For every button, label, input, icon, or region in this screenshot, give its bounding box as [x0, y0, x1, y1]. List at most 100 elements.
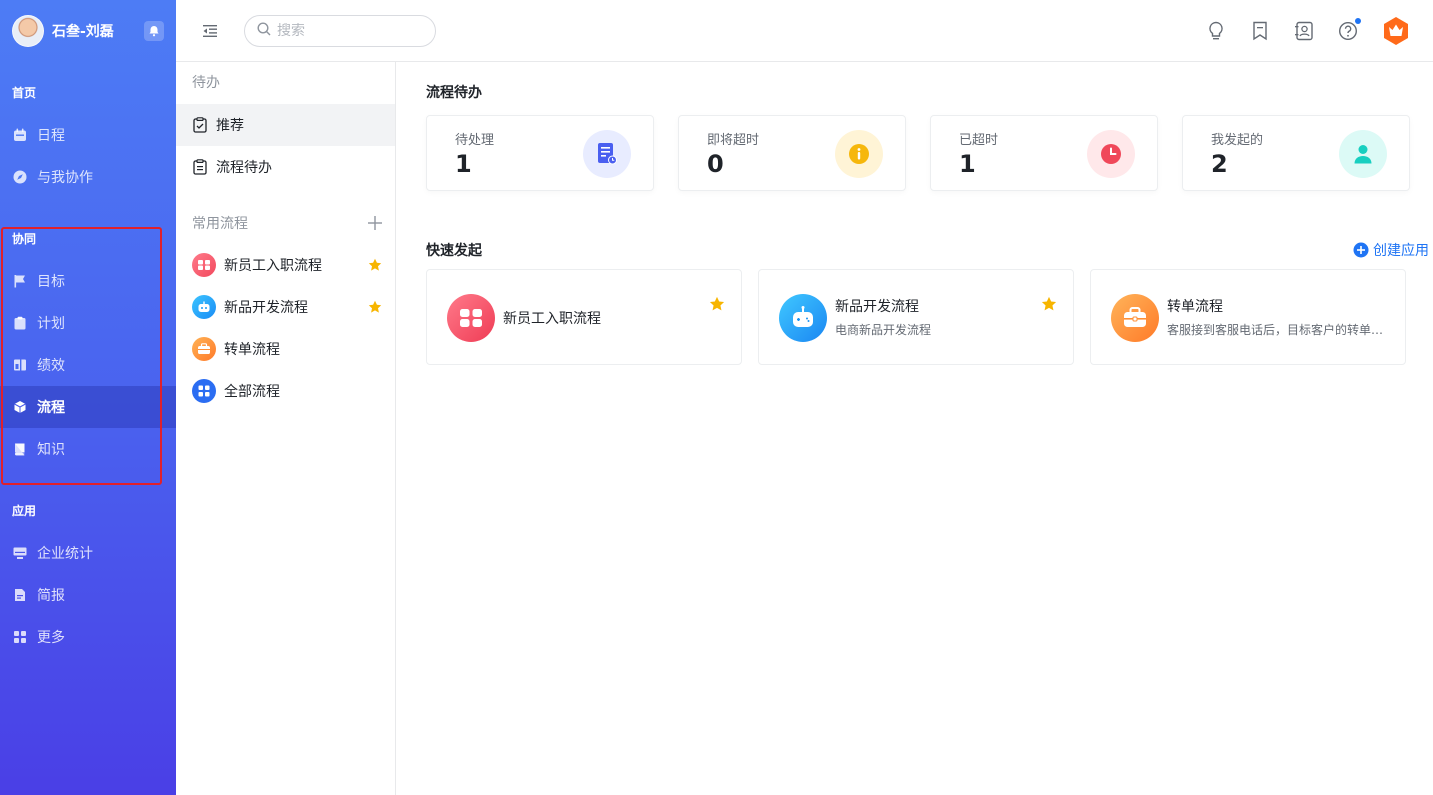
flow-item-new-product[interactable]: 新品开发流程 [176, 286, 395, 328]
avatar[interactable] [12, 15, 44, 47]
quick-card-name: 新员工入职流程 [503, 311, 601, 327]
search-input[interactable] [277, 22, 417, 39]
monitor-icon [13, 546, 27, 560]
briefcase-icon [192, 337, 216, 361]
sidebar-item-label: 绩效 [37, 358, 65, 374]
checklist-icon [192, 117, 208, 133]
stat-label: 待处理 [455, 133, 495, 148]
bell-icon[interactable] [144, 21, 164, 41]
sidebar: 石叁-刘磊 首页 日程 与我协作 协同 目标 计划 绩效 流程 知识 应用 企业… [0, 0, 176, 795]
star-icon[interactable] [709, 296, 725, 312]
pending-title: 流程待办 [426, 85, 482, 101]
stat-label: 已超时 [959, 133, 999, 148]
help-icon[interactable] [1337, 18, 1361, 42]
sidebar-item-label: 更多 [37, 630, 65, 646]
briefcase-icon [1111, 294, 1159, 342]
star-icon[interactable] [367, 257, 383, 273]
plus-circle-icon [1353, 242, 1369, 258]
flag-icon [13, 274, 27, 288]
nav-item-process-todo[interactable]: 流程待办 [176, 146, 395, 188]
info-icon [835, 130, 883, 178]
nav-item-recommend[interactable]: 推荐 [176, 104, 395, 146]
stat-label: 即将超时 [707, 133, 760, 148]
robot-icon [779, 294, 827, 342]
sidebar-item-performance[interactable]: 绩效 [0, 344, 176, 386]
book-icon [13, 442, 27, 456]
sidebar-item-knowledge[interactable]: 知识 [0, 428, 176, 470]
secondary-panel: 待办 推荐 流程待办 常用流程 新员工入职流程 新品开发流程 转单流程 全部流程 [176, 62, 396, 795]
user-name[interactable]: 石叁-刘磊 [52, 21, 144, 41]
stat-card-initiated[interactable]: 我发起的 2 [1182, 115, 1410, 191]
stat-card-near-timeout[interactable]: 即将超时 0 [678, 115, 906, 191]
sidebar-item-label: 目标 [37, 274, 65, 290]
flow-item-transfer[interactable]: 转单流程 [176, 328, 395, 370]
quick-card-name: 新品开发流程 [835, 299, 919, 315]
stat-value: 1 [455, 150, 472, 178]
sidebar-item-label: 与我协作 [37, 170, 93, 186]
sidebar-item-label: 知识 [37, 442, 65, 458]
contacts-icon[interactable] [1293, 20, 1315, 42]
sidebar-item-collab[interactable]: 与我协作 [0, 156, 176, 198]
star-icon[interactable] [1041, 296, 1057, 312]
nav-item-label: 流程待办 [216, 160, 272, 176]
document-icon [13, 588, 27, 602]
grid-icon [13, 630, 27, 644]
robot-icon [192, 295, 216, 319]
cube-icon [13, 400, 27, 414]
sidebar-section-home: 首页 [12, 86, 37, 100]
search-box[interactable] [244, 14, 436, 47]
common-flows-header: 常用流程 [176, 202, 395, 244]
todo-label: 待办 [192, 75, 220, 91]
star-icon[interactable] [367, 299, 383, 315]
search-icon [257, 21, 271, 40]
stat-value: 0 [707, 150, 724, 178]
quick-card-desc: 客服接到客服电话后，目标客户的转单流程 [1167, 323, 1387, 337]
stat-label: 我发起的 [1211, 133, 1264, 148]
create-app-label: 创建应用 [1373, 243, 1429, 259]
quick-cards: 新员工入职流程 新品开发流程 电商新品开发流程 转单流程 客服接到客服电话后，目… [426, 269, 1406, 365]
plus-icon[interactable] [367, 215, 383, 231]
calendar-icon [13, 128, 27, 142]
sidebar-item-label: 简报 [37, 588, 65, 604]
quick-card-transfer[interactable]: 转单流程 客服接到客服电话后，目标客户的转单流程 [1090, 269, 1406, 365]
sidebar-item-label: 计划 [37, 316, 65, 332]
sidebar-item-stats[interactable]: 企业统计 [0, 532, 176, 574]
nav-item-label: 推荐 [216, 118, 244, 134]
notification-dot [1355, 18, 1361, 24]
flow-item-label: 新员工入职流程 [224, 258, 322, 274]
main-content: 流程待办 待处理 1 即将超时 0 已超时 1 我发起的 2 快速发起 创建应用 [396, 62, 1433, 795]
sidebar-item-brief[interactable]: 简报 [0, 574, 176, 616]
stat-cards: 待处理 1 即将超时 0 已超时 1 我发起的 2 [426, 115, 1410, 191]
crown-icon[interactable] [1381, 16, 1411, 46]
clipboard-list-icon [192, 159, 208, 175]
sidebar-item-plan[interactable]: 计划 [0, 302, 176, 344]
stat-card-pending[interactable]: 待处理 1 [426, 115, 654, 191]
document-clock-icon [583, 130, 631, 178]
sidebar-item-goals[interactable]: 目标 [0, 260, 176, 302]
compass-icon [13, 170, 27, 184]
onboarding-icon [192, 253, 216, 277]
collapse-icon[interactable] [200, 21, 220, 41]
quick-start-title: 快速发起 [426, 243, 482, 259]
sidebar-item-more[interactable]: 更多 [0, 616, 176, 658]
sidebar-header: 石叁-刘磊 [0, 0, 176, 62]
performance-icon [13, 358, 27, 372]
sidebar-section-collab: 协同 [12, 232, 37, 246]
sidebar-item-process[interactable]: 流程 [0, 386, 176, 428]
common-flows-label: 常用流程 [192, 216, 248, 232]
flow-item-onboarding[interactable]: 新员工入职流程 [176, 244, 395, 286]
bookmark-icon[interactable] [1249, 20, 1271, 42]
quick-card-onboarding[interactable]: 新员工入职流程 [426, 269, 742, 365]
clock-icon [1087, 130, 1135, 178]
sidebar-item-schedule[interactable]: 日程 [0, 114, 176, 156]
lightbulb-icon[interactable] [1205, 20, 1227, 42]
create-app-button[interactable]: 创建应用 [1353, 240, 1429, 260]
onboarding-icon [447, 294, 495, 342]
flow-item-label: 新品开发流程 [224, 300, 308, 316]
flow-item-all[interactable]: 全部流程 [176, 370, 395, 412]
stat-value: 2 [1211, 150, 1228, 178]
top-icons [1205, 0, 1433, 62]
flow-item-label: 全部流程 [224, 384, 280, 400]
stat-card-overdue[interactable]: 已超时 1 [930, 115, 1158, 191]
quick-card-new-product[interactable]: 新品开发流程 电商新品开发流程 [758, 269, 1074, 365]
